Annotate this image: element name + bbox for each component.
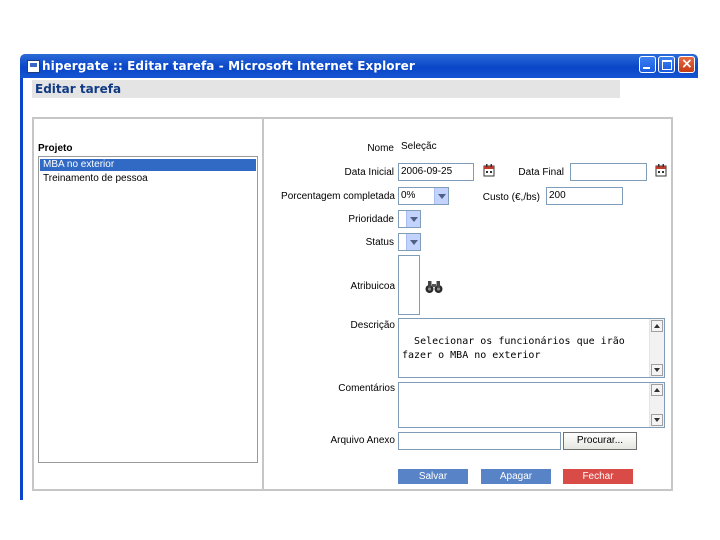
scroll-down-icon[interactable] <box>651 364 663 376</box>
data-final-label: Data Final <box>518 167 564 178</box>
porcentagem-select[interactable]: 0% <box>398 187 449 205</box>
chevron-down-icon[interactable] <box>406 211 420 227</box>
comentarios-scrollbar[interactable] <box>649 383 664 427</box>
minimize-icon <box>643 67 650 69</box>
scroll-down-icon[interactable] <box>651 414 663 426</box>
salvar-button[interactable]: Salvar <box>398 469 468 484</box>
porcentagem-label: Porcentagem completada <box>281 191 395 202</box>
calendar-icon[interactable] <box>483 164 495 177</box>
nome-label: Nome <box>367 143 394 154</box>
page-title: Editar tarefa <box>35 82 122 96</box>
descricao-label: Descrição <box>350 320 395 331</box>
panel-divider <box>262 117 264 491</box>
arquivo-label: Arquivo Anexo <box>330 435 396 446</box>
comentarios-label: Comentários <box>338 383 395 394</box>
binoculars-icon[interactable] <box>425 280 443 294</box>
custo-field[interactable]: 200 <box>546 187 623 205</box>
calendar-icon[interactable] <box>655 164 667 177</box>
data-final-field[interactable] <box>570 163 647 181</box>
procurar-button[interactable]: Procurar... <box>563 432 637 450</box>
data-inicial-field[interactable]: 2006-09-25 <box>398 163 474 181</box>
status-label: Status <box>365 237 394 248</box>
atribuicao-label: Atribuicoa <box>350 281 395 292</box>
atribuicao-listbox[interactable] <box>398 255 420 315</box>
maximize-button[interactable] <box>658 56 675 73</box>
status-select[interactable] <box>398 233 421 251</box>
prioridade-label: Prioridade <box>348 214 394 225</box>
nome-field[interactable]: Seleçãc <box>398 138 614 156</box>
descricao-scrollbar[interactable] <box>649 319 664 377</box>
maximize-icon <box>662 60 672 70</box>
scroll-up-icon[interactable] <box>651 320 663 332</box>
project-listbox[interactable]: MBA no exterior Treinamento de pessoa <box>38 156 258 463</box>
data-inicial-label: Data Inicial <box>344 167 394 178</box>
page-header: Editar tarefa <box>32 80 620 98</box>
descricao-textarea[interactable]: Selecionar os funcionários que irão faze… <box>398 318 665 378</box>
title-bar: hipergate :: Editar tarefa - Microsoft I… <box>20 54 698 78</box>
porcentagem-value: 0% <box>401 190 416 201</box>
project-label: Projeto <box>38 143 73 154</box>
prioridade-select[interactable] <box>398 210 421 228</box>
chevron-down-icon[interactable] <box>406 234 420 250</box>
descricao-text: Selecionar os funcionários que irão faze… <box>402 336 631 361</box>
project-item-mba[interactable]: MBA no exterior <box>40 159 256 171</box>
close-window-button[interactable]: × <box>678 56 695 73</box>
custo-label: Custo (€,/bs) <box>482 192 540 203</box>
apagar-button[interactable]: Apagar <box>481 469 551 484</box>
fechar-button[interactable]: Fechar <box>563 469 633 484</box>
comentarios-textarea[interactable] <box>398 382 665 428</box>
arquivo-field[interactable] <box>398 432 561 450</box>
chevron-down-icon[interactable] <box>434 188 448 204</box>
close-icon: × <box>681 56 693 72</box>
window-title: hipergate :: Editar tarefa - Microsoft I… <box>42 59 415 73</box>
minimize-button[interactable] <box>639 56 656 73</box>
project-item-treinamento[interactable]: Treinamento de pessoa <box>40 173 256 185</box>
scroll-up-icon[interactable] <box>651 384 663 396</box>
ie-page-icon <box>27 60 40 73</box>
